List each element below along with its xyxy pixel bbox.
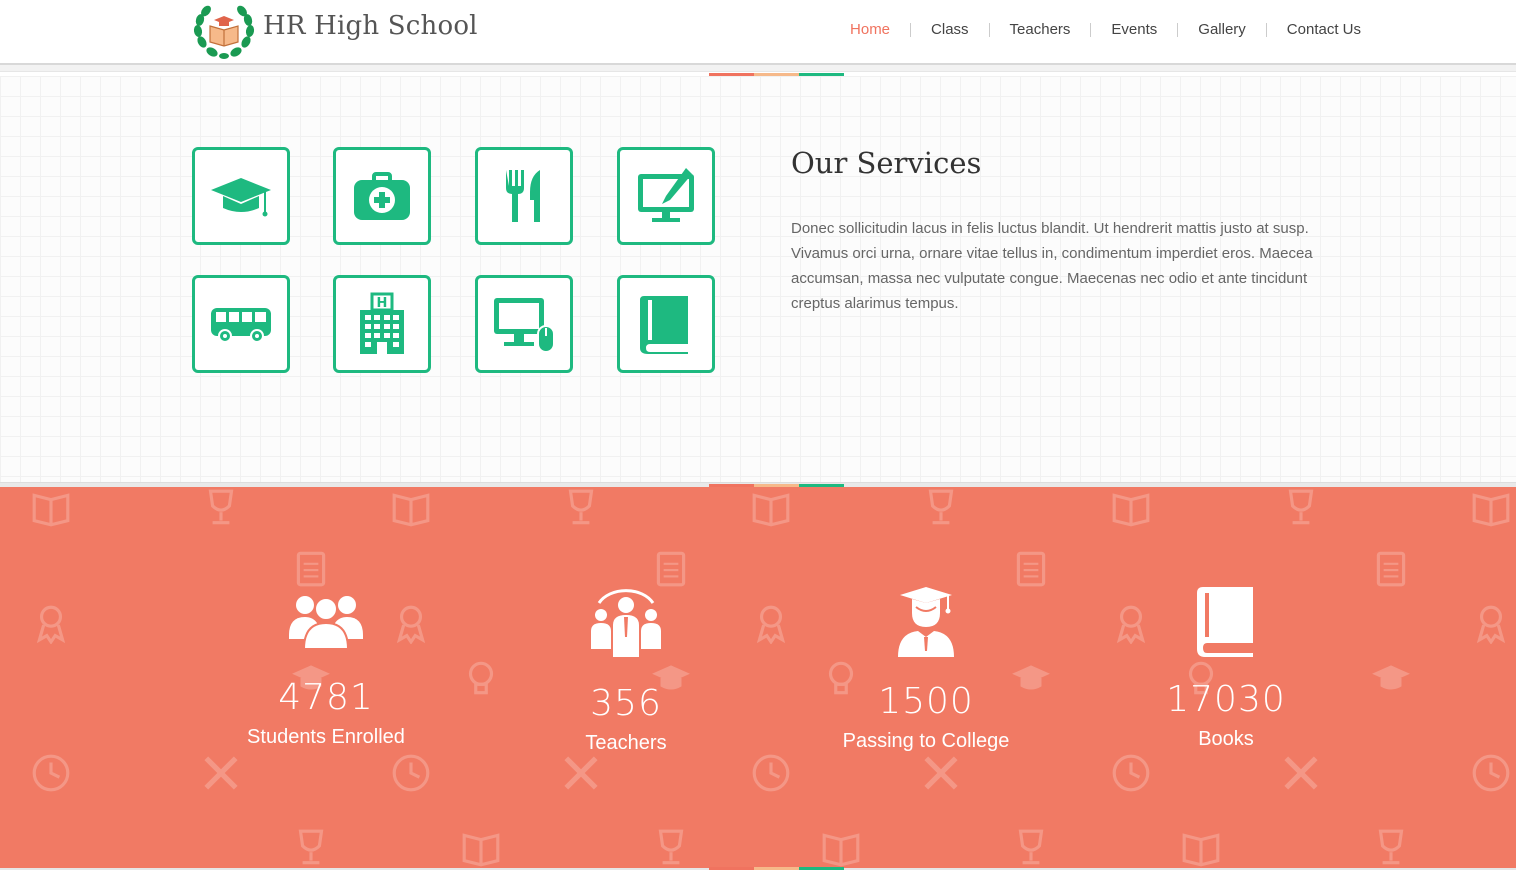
trophy-outline-icon: [1010, 827, 1052, 868]
service-education[interactable]: [192, 147, 290, 245]
nav-contact-us[interactable]: Contact Us: [1267, 21, 1361, 38]
trophy-outline-icon: [1370, 827, 1412, 868]
students-group-icon: [289, 596, 363, 650]
award-outline-icon: [1470, 602, 1512, 648]
stat-value: 17030: [1166, 679, 1286, 720]
book-icon: [640, 296, 688, 354]
trophy-outline-icon: [1280, 487, 1322, 533]
book-icon: [1197, 587, 1253, 657]
clock-outline-icon: [1110, 752, 1152, 798]
graduation-cap-icon: [211, 178, 271, 217]
school-logo-icon[interactable]: [192, 2, 256, 60]
nav-class[interactable]: Class: [911, 21, 989, 38]
trophy-outline-icon: [200, 487, 242, 533]
stat-students: 4781 Students Enrolled: [196, 585, 456, 749]
book-outline-icon: [390, 487, 432, 533]
pencil-ruler-outline-icon: [200, 752, 242, 798]
computer-mouse-icon: [494, 298, 555, 353]
pencil-ruler-outline-icon: [920, 752, 962, 798]
clipboard-outline-icon: [1370, 547, 1412, 593]
pencil-ruler-outline-icon: [560, 752, 602, 798]
book-outline-icon: [460, 827, 502, 868]
cutlery-icon: [506, 170, 540, 222]
graduate-icon: [898, 587, 954, 657]
site-header: HR High School Home Class Teachers Event…: [0, 0, 1516, 63]
service-cafeteria[interactable]: [475, 147, 573, 245]
award-outline-icon: [30, 602, 72, 648]
teachers-icon: [591, 589, 661, 657]
stat-teachers: 356 Teachers: [496, 585, 756, 755]
clock-outline-icon: [1470, 752, 1512, 798]
trophy-outline-icon: [560, 487, 602, 533]
clock-outline-icon: [750, 752, 792, 798]
nav-teachers[interactable]: Teachers: [990, 21, 1091, 38]
stat-label: Passing to College: [842, 730, 1010, 752]
stat-books: 17030 Books: [1096, 585, 1356, 751]
services-title: Our Services: [791, 146, 982, 180]
drawing-monitor-icon: [638, 168, 694, 222]
book-outline-icon: [820, 827, 862, 868]
clock-outline-icon: [30, 752, 72, 798]
site-brand[interactable]: HR High School: [263, 11, 478, 41]
award-outline-icon: [750, 602, 792, 648]
stat-value: 1500: [878, 681, 974, 722]
services-description: Donec sollicitudin lacus in felis luctus…: [791, 220, 1313, 312]
service-medical[interactable]: [333, 147, 431, 245]
stat-value: 356: [590, 683, 662, 724]
grad-cap-outline-icon: [1370, 657, 1412, 703]
header-divider: [0, 63, 1516, 72]
book-outline-icon: [1180, 827, 1222, 868]
nav-gallery[interactable]: Gallery: [1178, 21, 1266, 38]
stat-label: Students Enrolled: [247, 726, 405, 748]
stat-college: 1500 Passing to College: [796, 585, 1056, 753]
bus-icon: [211, 308, 271, 343]
book-outline-icon: [1470, 487, 1512, 533]
stat-label: Teachers: [585, 732, 667, 754]
svg-text:H: H: [377, 296, 388, 311]
clock-outline-icon: [390, 752, 432, 798]
nav-home[interactable]: Home: [830, 21, 910, 38]
book-outline-icon: [750, 487, 792, 533]
service-computer-lab[interactable]: [475, 275, 573, 373]
book-outline-icon: [1110, 487, 1152, 533]
service-arts[interactable]: [617, 147, 715, 245]
stats-section: 4781 Students Enrolled 356 Teachers 1500…: [0, 487, 1516, 868]
trophy-outline-icon: [920, 487, 962, 533]
stat-label: Books: [1198, 728, 1254, 750]
nav-events[interactable]: Events: [1091, 21, 1177, 38]
hospital-icon: H: [360, 292, 404, 354]
pencil-ruler-outline-icon: [1280, 752, 1322, 798]
service-hospital[interactable]: H: [333, 275, 431, 373]
main-nav: Home Class Teachers Events Gallery Conta…: [830, 21, 1361, 38]
book-outline-icon: [30, 487, 72, 533]
trophy-outline-icon: [650, 827, 692, 868]
stat-value: 4781: [278, 677, 374, 718]
service-transport[interactable]: [192, 275, 290, 373]
service-library[interactable]: [617, 275, 715, 373]
trophy-outline-icon: [290, 827, 332, 868]
medical-kit-icon: [354, 172, 410, 220]
